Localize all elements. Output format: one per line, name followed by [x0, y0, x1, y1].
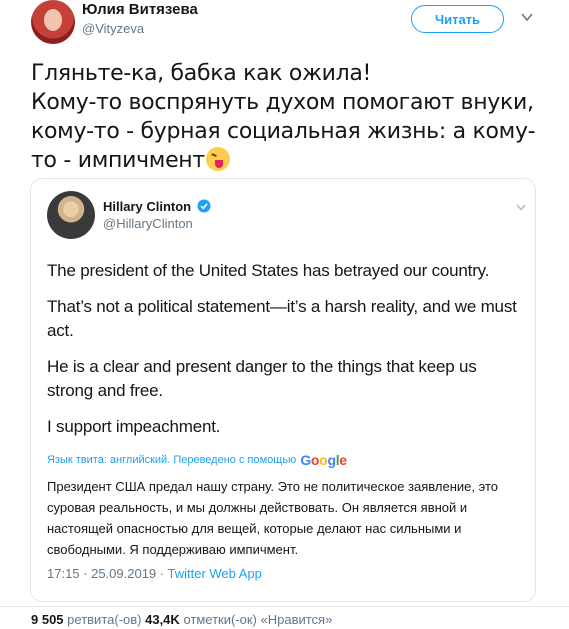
- tweet-metadata: 17:15 · 25.09.2019 · Twitter Web App: [47, 566, 262, 581]
- quoted-tweet[interactable]: Hillary Clinton @HillaryClinton The pres…: [30, 178, 536, 602]
- translation-attribution[interactable]: Язык твита: английский. Переведено с пом…: [47, 452, 347, 468]
- translated-text: Президент США предал нашу страну. Это не…: [47, 479, 498, 557]
- quoted-paragraph: That’s not a political statement—it’s a …: [47, 297, 517, 340]
- verified-badge-icon: [197, 199, 211, 213]
- quoted-paragraph: I support impeachment.: [47, 417, 221, 436]
- quoted-author-handle[interactable]: @HillaryClinton: [103, 216, 193, 231]
- tweet-text: Гляньте-ка, бабка как ожила! Кому-то вос…: [31, 61, 536, 173]
- quoted-paragraph: The president of the United States has b…: [47, 261, 490, 280]
- like-label[interactable]: отметки(-ок) «Нравится»: [183, 612, 332, 627]
- quoted-paragraph: He is a clear and present danger to the …: [47, 357, 477, 400]
- author-avatar[interactable]: [31, 0, 75, 44]
- engagement-stats: 9 505 ретвита(-ов) 43,4K отметки(-ок) «Н…: [0, 606, 569, 629]
- squinting-face-with-tongue-icon: [205, 147, 230, 171]
- quoted-author-avatar[interactable]: [47, 191, 95, 239]
- chevron-down-icon[interactable]: [520, 10, 534, 24]
- tweet-header: Юлия Витязева @Vityzeva Читать: [0, 0, 569, 50]
- translation-label: Язык твита: английский. Переведено с пом…: [47, 454, 297, 466]
- chevron-down-icon[interactable]: [515, 201, 527, 213]
- retweet-count[interactable]: 9 505: [31, 612, 64, 627]
- like-count[interactable]: 43,4K: [145, 612, 180, 627]
- quoted-author-name[interactable]: Hillary Clinton: [103, 199, 191, 214]
- source-link[interactable]: Twitter Web App: [167, 566, 261, 581]
- retweet-label[interactable]: ретвита(-ов): [67, 612, 141, 627]
- follow-button[interactable]: Читать: [411, 5, 504, 33]
- timestamp[interactable]: 17:15 · 25.09.2019 ·: [47, 566, 164, 581]
- author-handle[interactable]: @Vityzeva: [82, 21, 144, 36]
- quoted-tweet-body: The president of the United States has b…: [47, 259, 517, 451]
- google-logo: Google: [300, 452, 347, 468]
- author-name[interactable]: Юлия Витязева: [82, 1, 198, 18]
